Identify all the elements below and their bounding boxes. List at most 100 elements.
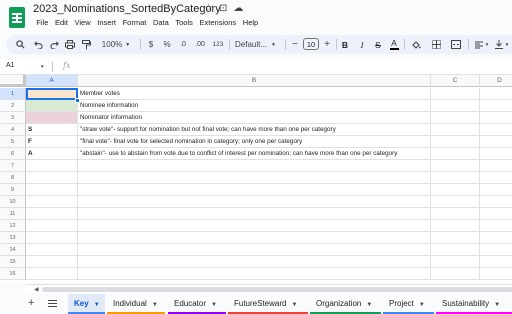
horizontal-scrollbar[interactable]: ◀ — [26, 284, 512, 293]
cell-d[interactable] — [480, 256, 512, 268]
add-sheet-button[interactable]: + — [28, 297, 34, 309]
cell-c[interactable] — [431, 220, 480, 232]
cell-a[interactable] — [26, 184, 78, 196]
cloud-saved-icon[interactable]: ☁ — [233, 3, 243, 14]
bold-button[interactable]: B — [340, 37, 350, 52]
cell-c[interactable] — [431, 172, 480, 184]
undo-icon[interactable] — [32, 37, 44, 52]
formula-input[interactable] — [80, 61, 500, 73]
cell-a[interactable] — [26, 220, 78, 232]
sheet-tab-educator[interactable]: Educator ▼ — [168, 294, 226, 314]
cell-a[interactable] — [26, 232, 78, 244]
scrollbar-thumb[interactable] — [42, 287, 512, 292]
sheets-logo-icon[interactable] — [9, 7, 25, 28]
cell-a[interactable] — [26, 88, 78, 100]
name-box[interactable]: A1 — [6, 62, 15, 69]
cell-d[interactable] — [480, 196, 512, 208]
row-header[interactable]: 7 — [0, 160, 26, 172]
menu-view[interactable]: View — [71, 18, 94, 27]
cell-a[interactable] — [26, 244, 78, 256]
borders-icon[interactable] — [430, 37, 442, 52]
italic-button[interactable]: I — [357, 37, 367, 52]
cell-d[interactable] — [480, 232, 512, 244]
cell-d[interactable] — [480, 184, 512, 196]
cell-a[interactable] — [26, 112, 78, 124]
cell-c[interactable] — [431, 124, 480, 136]
row-header[interactable]: 4 — [0, 124, 26, 136]
cell-c[interactable] — [431, 208, 480, 220]
cell-b[interactable] — [78, 232, 431, 244]
cell-a[interactable] — [26, 100, 78, 112]
cell-a[interactable] — [26, 160, 78, 172]
cell-c[interactable] — [431, 112, 480, 124]
row-header[interactable]: 11 — [0, 208, 26, 220]
cell-c[interactable] — [431, 136, 480, 148]
cell-d[interactable] — [480, 100, 512, 112]
menu-edit[interactable]: Edit — [52, 18, 72, 27]
menu-format[interactable]: Format — [119, 18, 149, 27]
search-menus-icon[interactable] — [14, 37, 26, 52]
cell-d[interactable] — [480, 244, 512, 256]
row-header[interactable]: 2 — [0, 100, 26, 112]
cell-b[interactable] — [78, 196, 431, 208]
cell-c[interactable] — [431, 88, 480, 100]
cell-c[interactable] — [431, 184, 480, 196]
select-all-corner[interactable] — [0, 75, 26, 87]
row-header[interactable]: 1 — [0, 88, 26, 100]
star-icon[interactable]: ☆ — [204, 3, 213, 14]
cell-c[interactable] — [431, 256, 480, 268]
cell-c[interactable] — [431, 196, 480, 208]
column-header-b[interactable]: B — [78, 75, 431, 87]
zoom-select[interactable]: 100% ▼ — [98, 37, 134, 52]
row-header[interactable]: 14 — [0, 244, 26, 256]
all-sheets-icon[interactable] — [48, 300, 57, 308]
sheet-tab-organization[interactable]: Organization ▼ — [310, 294, 381, 314]
cell-a[interactable] — [26, 256, 78, 268]
cell-a[interactable] — [26, 196, 78, 208]
sheet-tab-sustainability[interactable]: Sustainability ▼ — [436, 294, 512, 314]
menu-tools[interactable]: Tools — [172, 18, 196, 27]
row-header[interactable]: 6 — [0, 148, 26, 160]
cell-a[interactable]: F — [26, 136, 78, 148]
row-header[interactable]: 16 — [0, 268, 26, 280]
currency-format-button[interactable]: $ — [146, 37, 156, 52]
redo-icon[interactable] — [48, 37, 60, 52]
scroll-left-icon[interactable]: ◀ — [34, 286, 39, 293]
increase-decimal-button[interactable]: .00 — [193, 37, 207, 52]
sheet-tab-project[interactable]: Project ▼ — [383, 294, 434, 314]
cell-a[interactable]: S — [26, 124, 78, 136]
cell-b[interactable]: Nominator information — [78, 112, 431, 124]
cell-c[interactable] — [431, 100, 480, 112]
cell-b[interactable] — [78, 220, 431, 232]
spreadsheet-grid[interactable]: A B C D 1 Member votes 2 Nominee informatio… — [0, 75, 512, 283]
decrease-font-size-button[interactable]: − — [290, 37, 300, 52]
font-family-select[interactable]: Default... ▼ — [235, 37, 279, 52]
fill-color-icon[interactable] — [410, 37, 422, 52]
row-header[interactable]: 13 — [0, 232, 26, 244]
cell-b[interactable] — [78, 160, 431, 172]
cell-b[interactable] — [78, 244, 431, 256]
row-header[interactable]: 15 — [0, 256, 26, 268]
document-title[interactable]: 2023_Nominations_SortedByCategory — [33, 3, 221, 15]
cell-d[interactable] — [480, 136, 512, 148]
cell-d[interactable] — [480, 160, 512, 172]
font-size-input[interactable]: 10 — [303, 38, 319, 50]
cell-c[interactable] — [431, 244, 480, 256]
strikethrough-button[interactable]: S — [373, 37, 383, 52]
horizontal-align-icon[interactable]: ▼ — [474, 37, 490, 52]
row-header[interactable]: 8 — [0, 172, 26, 184]
cell-a[interactable] — [26, 268, 78, 280]
cell-a[interactable] — [26, 208, 78, 220]
sheet-tab-individual[interactable]: Individual ▼ — [107, 294, 165, 314]
menu-data[interactable]: Data — [150, 18, 172, 27]
cell-b[interactable]: Nominee information — [78, 100, 431, 112]
text-color-button[interactable]: A — [389, 37, 399, 52]
vertical-align-icon[interactable]: ▼ — [494, 37, 510, 52]
cell-b[interactable]: "abstain"- use to abstain from vote due … — [78, 148, 431, 160]
cell-c[interactable] — [431, 232, 480, 244]
row-header[interactable]: 12 — [0, 220, 26, 232]
cell-b[interactable]: "straw vote"- support for nomination but… — [78, 124, 431, 136]
percent-format-button[interactable]: % — [162, 37, 172, 52]
menu-insert[interactable]: Insert — [94, 18, 119, 27]
print-icon[interactable] — [64, 37, 76, 52]
